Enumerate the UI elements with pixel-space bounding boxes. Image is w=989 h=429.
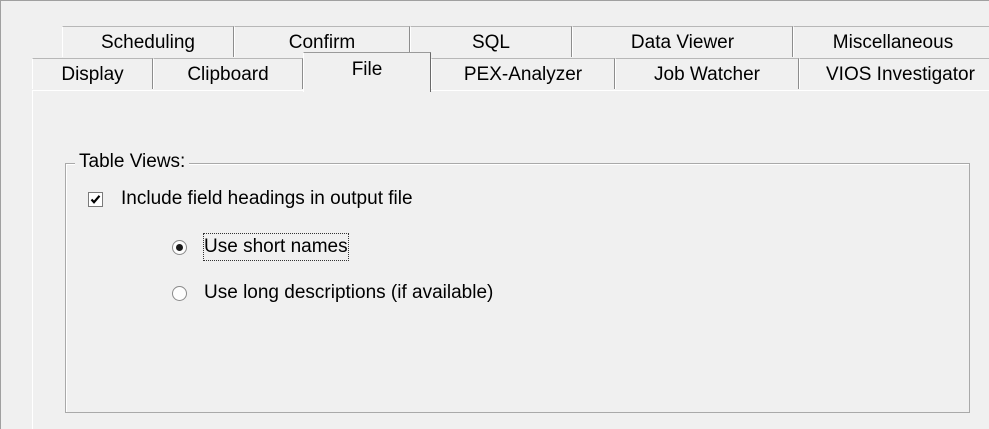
tab-clipboard[interactable]: Clipboard: [153, 58, 303, 89]
tab-row-front: Display Clipboard File PEX-Analyzer Job …: [32, 52, 989, 92]
radio-long-descriptions-row[interactable]: Use long descriptions (if available): [172, 280, 493, 306]
window-left-edge: [0, 0, 1, 429]
tab-miscellaneous[interactable]: Miscellaneous: [793, 26, 989, 57]
tab-file[interactable]: File: [303, 52, 431, 92]
radio-short-names-row[interactable]: Use short names: [172, 233, 349, 261]
radio-short-names-label: Use short names: [203, 233, 349, 261]
include-headings-label: Include field headings in output file: [121, 188, 413, 209]
window-top-edge: [0, 0, 989, 1]
include-headings-row[interactable]: Include field headings in output file: [88, 186, 413, 212]
tab-display[interactable]: Display: [32, 58, 153, 89]
radio-long-descriptions-label: Use long descriptions (if available): [204, 282, 494, 303]
tab-scheduling[interactable]: Scheduling: [62, 26, 234, 57]
radio-short-names[interactable]: [172, 239, 187, 255]
tab-data-viewer[interactable]: Data Viewer: [572, 26, 793, 57]
radio-long-descriptions[interactable]: [172, 285, 187, 301]
include-headings-checkbox[interactable]: [88, 191, 103, 207]
tab-pex-analyzer[interactable]: PEX-Analyzer: [431, 58, 615, 89]
tab-sql[interactable]: SQL: [410, 26, 572, 57]
tab-vios-investigator[interactable]: VIOS Investigator: [799, 58, 989, 89]
tab-row-back: Scheduling Confirm SQL Data Viewer Misce…: [32, 26, 989, 58]
tab-job-watcher[interactable]: Job Watcher: [615, 58, 799, 89]
table-views-title: Table Views:: [75, 150, 190, 174]
checkmark-icon: [90, 194, 101, 204]
radio-selected-dot-icon: [176, 243, 183, 251]
